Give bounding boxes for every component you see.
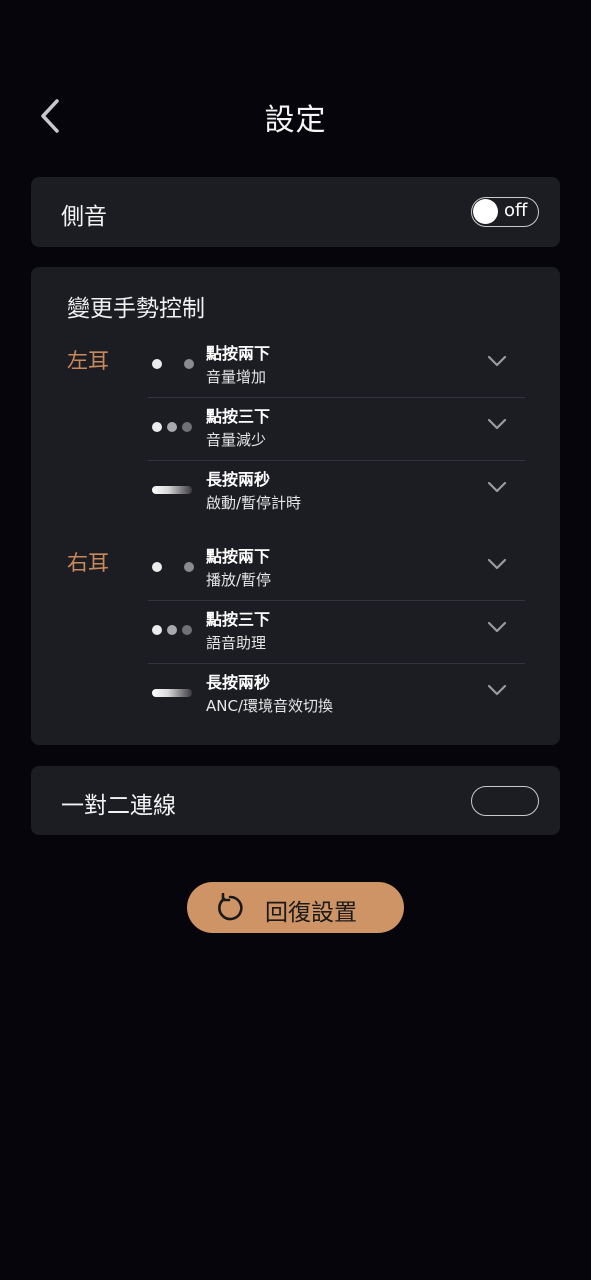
left-double-tap-item[interactable]: 點按兩下 音量增加: [148, 334, 525, 398]
gesture-action: 啟動/暫停計時: [206, 494, 302, 512]
multipoint-toggle[interactable]: [471, 786, 539, 816]
right-ear-label: 右耳: [67, 551, 109, 575]
right-long-press-item[interactable]: 長按兩秒 ANC/環境音效切換: [148, 663, 525, 726]
double-tap-icon: [152, 356, 196, 372]
long-press-icon: [152, 685, 196, 701]
multipoint-card: 一對二連線: [31, 766, 560, 835]
gesture-name: 長按兩秒: [206, 673, 271, 692]
triple-tap-icon: [152, 419, 196, 435]
chevron-down-icon: [487, 558, 507, 570]
toggle-knob: [473, 199, 498, 224]
gesture-section-title: 變更手勢控制: [67, 296, 205, 322]
sidetone-label: 側音: [61, 204, 107, 230]
page-title: 設定: [264, 103, 327, 138]
left-long-press-item[interactable]: 長按兩秒 啟動/暫停計時: [148, 460, 525, 523]
left-ear-label: 左耳: [67, 349, 109, 373]
gesture-action: ANC/環境音效切換: [206, 697, 334, 715]
multipoint-label: 一對二連線: [61, 793, 176, 819]
toggle-state-text: off: [504, 200, 528, 221]
chevron-down-icon: [487, 481, 507, 493]
gesture-action: 音量減少: [206, 431, 267, 449]
chevron-down-icon: [487, 684, 507, 696]
right-triple-tap-item[interactable]: 點按三下 語音助理: [148, 600, 525, 664]
gesture-action: 語音助理: [206, 634, 267, 652]
double-tap-icon: [152, 559, 196, 575]
long-press-icon: [152, 482, 196, 498]
left-triple-tap-item[interactable]: 點按三下 音量減少: [148, 397, 525, 461]
gesture-card: 變更手勢控制 左耳 點按兩下 音量增加 點按三下 音量減少 長按兩秒 啟動/暫停…: [31, 267, 560, 745]
gesture-action: 播放/暫停: [206, 571, 272, 589]
chevron-down-icon: [487, 355, 507, 367]
reset-button[interactable]: 回復設置: [187, 882, 404, 933]
gesture-name: 長按兩秒: [206, 470, 271, 489]
gesture-name: 點按三下: [206, 407, 271, 426]
reset-button-label: 回復設置: [265, 900, 357, 926]
sidetone-toggle[interactable]: off: [471, 197, 539, 227]
gesture-name: 點按兩下: [206, 344, 271, 363]
chevron-down-icon: [487, 418, 507, 430]
chevron-down-icon: [487, 621, 507, 633]
sidetone-card: 側音 off: [31, 177, 560, 247]
reset-icon: [218, 893, 243, 921]
gesture-action: 音量增加: [206, 368, 267, 386]
right-double-tap-item[interactable]: 點按兩下 播放/暫停: [148, 537, 525, 601]
gesture-name: 點按兩下: [206, 547, 271, 566]
triple-tap-icon: [152, 622, 196, 638]
gesture-name: 點按三下: [206, 610, 271, 629]
